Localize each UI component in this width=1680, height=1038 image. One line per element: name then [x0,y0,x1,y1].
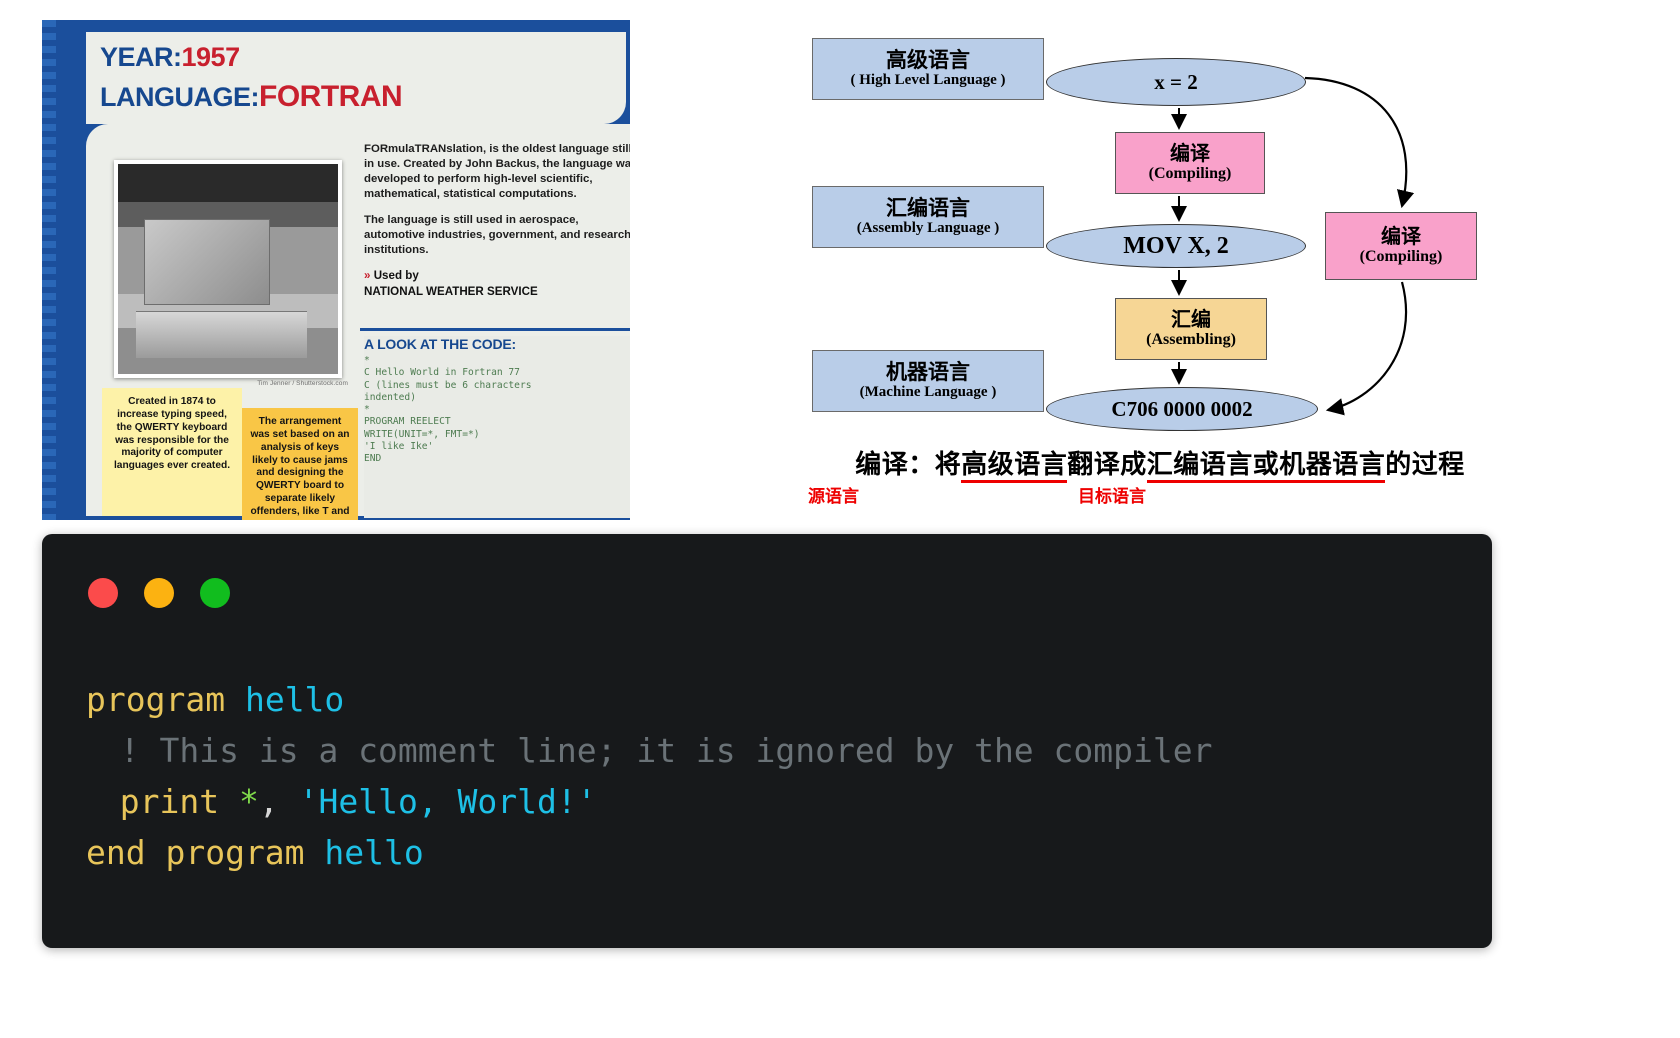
box-high-level-language-en: ( High Level Language ) [850,71,1006,88]
ellipse-machine-code: C706 0000 0002 [1046,387,1318,431]
infographic-body: FORmulaTRANslation, is the oldest langua… [364,142,630,299]
slide-page: YEAR:1957 LANGUAGE:FORTRAN Tim Jenner / … [0,0,1680,1038]
process-assembling-cn: 汇编 [1171,308,1211,331]
code-token: ! This is a comment line; it is ignored … [119,731,1213,771]
annotation-source-language: 源语言 [808,487,859,506]
used-by-label: Used by [373,269,419,283]
sticky-note-qwerty-layout: The arrangement was set based on an anal… [242,408,358,520]
process-assembling-en: (Assembling) [1146,330,1236,348]
box-assembly-language: 汇编语言 (Assembly Language ) [812,186,1044,248]
code-token: * [238,782,259,822]
ellipse-assembly-statement: MOV X, 2 [1046,224,1306,268]
box-machine-language: 机器语言 (Machine Language ) [812,350,1044,412]
section-divider [360,328,630,331]
photo-image [118,164,338,374]
language-label: LANGUAGE: [100,82,260,112]
year-line: YEAR:1957 [100,42,240,73]
process-compiling-direct-en: (Compiling) [1359,247,1443,265]
photo-credit: Tim Jenner / Shutterstock.com [257,380,348,387]
caption-middle: 翻译成 [1067,450,1147,479]
code-sample-title: A LOOK AT THE CODE: [364,336,517,352]
fortran-infographic: YEAR:1957 LANGUAGE:FORTRAN Tim Jenner / … [42,20,630,520]
year-value: 1957 [181,42,241,72]
maximize-icon[interactable] [200,578,230,608]
caption-source-term: 高级语言 [961,450,1068,483]
process-compiling: 编译 (Compiling) [1115,132,1265,194]
code-sample-panel: A LOOK AT THE CODE: * C Hello World in F… [364,336,630,518]
box-high-level-language-cn: 高级语言 [886,47,970,72]
process-compiling-en: (Compiling) [1148,164,1232,182]
compilation-diagram: 高级语言 ( High Level Language ) 汇编语言 (Assem… [660,20,1660,520]
language-value: FORTRAN [259,80,403,113]
code-line: ! This is a comment line; it is ignored … [86,725,1472,776]
code-token: print [119,782,220,822]
body-paragraph-1: FORmulaTRANslation, is the oldest langua… [364,143,630,201]
caption-target-term: 汇编语言或机器语言 [1146,450,1386,483]
minimize-icon[interactable] [144,578,174,608]
box-high-level-language: 高级语言 ( High Level Language ) [812,38,1044,100]
computer-photo [114,160,342,378]
caption-prefix: 编译：将 [855,450,962,479]
language-line: LANGUAGE:FORTRAN [100,80,403,114]
used-by-block: » Used by NATIONAL WEATHER SERVICE [364,268,630,299]
body-paragraph-2: The language is still used in aerospace,… [364,213,630,256]
code-token: end program [86,833,305,873]
sticky-note-qwerty-origin: Created in 1874 to increase typing speed… [102,388,242,516]
process-compiling-cn: 编译 [1170,142,1210,165]
box-assembly-language-en: (Assembly Language ) [856,219,1000,236]
code-line: end program hello [86,827,1472,878]
used-by-value: NATIONAL WEATHER SERVICE [364,284,538,298]
code-line: program hello [86,674,1472,725]
code-sample-body: * C Hello World in Fortran 77 C (lines m… [364,355,532,465]
code-token: , [258,782,299,822]
ellipse-source-statement: x = 2 [1046,58,1306,106]
diagram-caption: 编译：将高级语言翻译成汇编语言或机器语言的过程 [660,444,1660,483]
code-token: program [86,680,226,719]
close-icon[interactable] [88,578,118,608]
process-compiling-direct: 编译 (Compiling) [1325,212,1477,280]
box-machine-language-en: (Machine Language ) [859,383,997,400]
annotation-target-language: 目标语言 [1078,487,1146,506]
process-assembling: 汇编 (Assembling) [1115,298,1267,360]
window-controls [88,578,230,608]
year-label: YEAR: [100,42,182,72]
code-token: 'Hello, World!' [298,782,597,822]
caption-suffix: 的过程 [1385,450,1465,479]
code-editor-content[interactable]: program hello ! This is a comment line; i… [86,674,1472,879]
code-editor-window: program hello ! This is a comment line; i… [42,534,1492,948]
process-compiling-direct-cn: 编译 [1381,225,1421,248]
box-assembly-language-cn: 汇编语言 [886,195,970,220]
code-token: hello [324,833,424,873]
code-token: hello [244,680,345,719]
chevron-right-icon: » [364,269,371,283]
code-line: print *, 'Hello, World!' [86,776,1472,827]
box-machine-language-cn: 机器语言 [886,359,970,384]
infographic-left-edge [42,20,56,520]
